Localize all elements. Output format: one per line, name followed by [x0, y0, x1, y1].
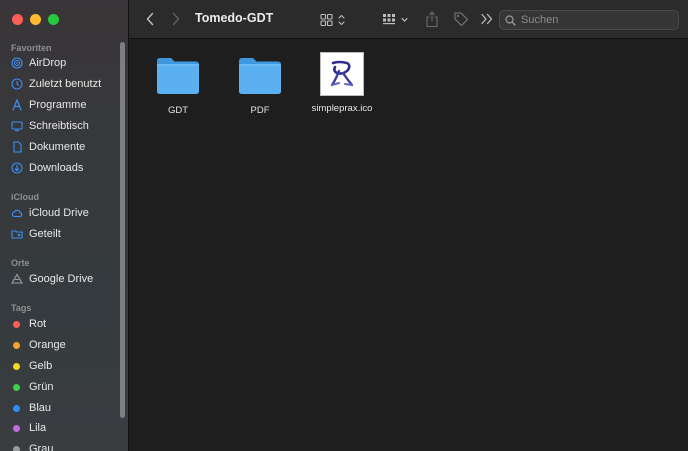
sidebar-item-label: Orange: [29, 339, 66, 351]
toolbar: Tomedo-GDT: [129, 0, 688, 39]
chevron-right-icon: [172, 12, 180, 26]
airdrop-icon: [11, 57, 23, 69]
search-icon: [505, 14, 516, 26]
sidebar-item-label: Gelb: [29, 360, 53, 372]
file-name: simpleprax.ico: [311, 103, 373, 114]
sidebar: Favoriten AirDrop Zuletzt benutzt Progra…: [0, 0, 129, 451]
sidebar-item-label: Geteilt: [29, 228, 61, 240]
sidebar-item-downloads[interactable]: Downloads: [11, 159, 121, 177]
sidebar-item-airdrop[interactable]: AirDrop: [11, 54, 121, 72]
sidebar-item-label: Blau: [29, 402, 52, 414]
close-window-button[interactable]: [12, 14, 23, 25]
sidebar-tag-blue[interactable]: Blau: [11, 399, 121, 417]
sidebar-item-desktop[interactable]: Schreibtisch: [11, 117, 121, 135]
back-button[interactable]: [143, 11, 157, 27]
share-button[interactable]: [424, 10, 440, 28]
apps-icon: [11, 99, 23, 111]
window-controls: [12, 14, 59, 25]
sidebar-section-locations: Orte: [11, 258, 30, 268]
sidebar-tag-red[interactable]: Rot: [11, 315, 121, 333]
sidebar-tag-orange[interactable]: Orange: [11, 336, 121, 354]
sidebar-tag-yellow[interactable]: Gelb: [11, 357, 121, 375]
download-icon: [11, 162, 23, 174]
group-grid-icon: [383, 14, 408, 25]
ico-file-thumbnail: [318, 50, 366, 98]
tag-dot-icon: [13, 383, 20, 391]
desktop-icon: [11, 120, 23, 132]
sidebar-item-label: Google Drive: [29, 273, 94, 285]
finder-window: Favoriten AirDrop Zuletzt benutzt Progra…: [0, 0, 688, 451]
tag-dot-icon: [13, 424, 20, 432]
tag-dot-icon: [13, 320, 20, 328]
sidebar-item-label: Schreibtisch: [29, 120, 89, 132]
tag-dot-icon: [13, 445, 20, 451]
sidebar-item-google-drive[interactable]: Google Drive: [11, 270, 121, 288]
tag-dot-icon: [13, 362, 20, 370]
folder-icon: [154, 52, 202, 100]
icon-grid-icon: [320, 13, 345, 27]
chevron-left-icon: [146, 12, 154, 26]
sidebar-tag-purple[interactable]: Lila: [11, 419, 121, 437]
more-toolbar-button[interactable]: [479, 12, 495, 26]
tag-dot-icon: [13, 341, 20, 349]
file-item-pdf[interactable]: PDF: [225, 52, 295, 116]
share-icon: [426, 10, 438, 27]
sidebar-item-label: Grau: [29, 443, 54, 451]
sidebar-item-label: Rot: [29, 318, 47, 330]
sidebar-item-applications[interactable]: Programme: [11, 96, 121, 114]
group-button[interactable]: [382, 12, 412, 28]
fullscreen-window-button[interactable]: [48, 14, 59, 25]
file-item-gdt[interactable]: GDT: [143, 52, 213, 116]
tag-dot-icon: [13, 404, 20, 412]
search-field[interactable]: [499, 10, 679, 30]
window-title: Tomedo-GDT: [195, 11, 274, 25]
sidebar-item-recents[interactable]: Zuletzt benutzt: [11, 75, 121, 93]
sidebar-item-shared[interactable]: Geteilt: [11, 225, 121, 243]
file-name: PDF: [250, 105, 270, 116]
file-browser-area: GDT PDF simpleprax.ico: [129, 40, 688, 451]
search-input[interactable]: [521, 14, 671, 26]
sidebar-item-label: Lila: [29, 422, 47, 434]
tag-button[interactable]: [452, 11, 470, 27]
clock-icon: [11, 78, 23, 90]
shared-folder-icon: [11, 228, 23, 240]
cloud-icon: [11, 207, 23, 219]
drive-icon: [11, 273, 23, 285]
sidebar-item-label: iCloud Drive: [29, 207, 89, 219]
sidebar-item-icloud-drive[interactable]: iCloud Drive: [11, 204, 121, 222]
sidebar-tag-gray[interactable]: Grau: [11, 440, 121, 451]
double-chevron-right-icon: [481, 13, 493, 25]
sidebar-item-label: Dokumente: [29, 141, 86, 153]
sidebar-item-label: Programme: [29, 99, 87, 111]
sidebar-item-label: Grün: [29, 381, 54, 393]
sidebar-tag-green[interactable]: Grün: [11, 378, 121, 396]
tag-icon: [454, 12, 469, 27]
forward-button[interactable]: [169, 11, 183, 27]
document-icon: [11, 141, 23, 153]
sidebar-item-label: Zuletzt benutzt: [29, 78, 102, 90]
sidebar-section-tags: Tags: [11, 303, 32, 313]
sidebar-scrollbar[interactable]: [120, 42, 125, 418]
sidebar-section-icloud: iCloud: [11, 192, 39, 202]
minimize-window-button[interactable]: [30, 14, 41, 25]
view-mode-button[interactable]: [320, 12, 350, 28]
file-item-simpleprax-ico[interactable]: simpleprax.ico: [307, 50, 377, 114]
sidebar-section-favorites: Favoriten: [11, 43, 52, 53]
file-name: GDT: [167, 105, 189, 116]
sidebar-item-documents[interactable]: Dokumente: [11, 138, 121, 156]
folder-icon: [236, 52, 284, 100]
sidebar-item-label: Downloads: [29, 162, 84, 174]
simpleprax-logo-icon: [320, 52, 364, 96]
sidebar-item-label: AirDrop: [29, 57, 67, 69]
